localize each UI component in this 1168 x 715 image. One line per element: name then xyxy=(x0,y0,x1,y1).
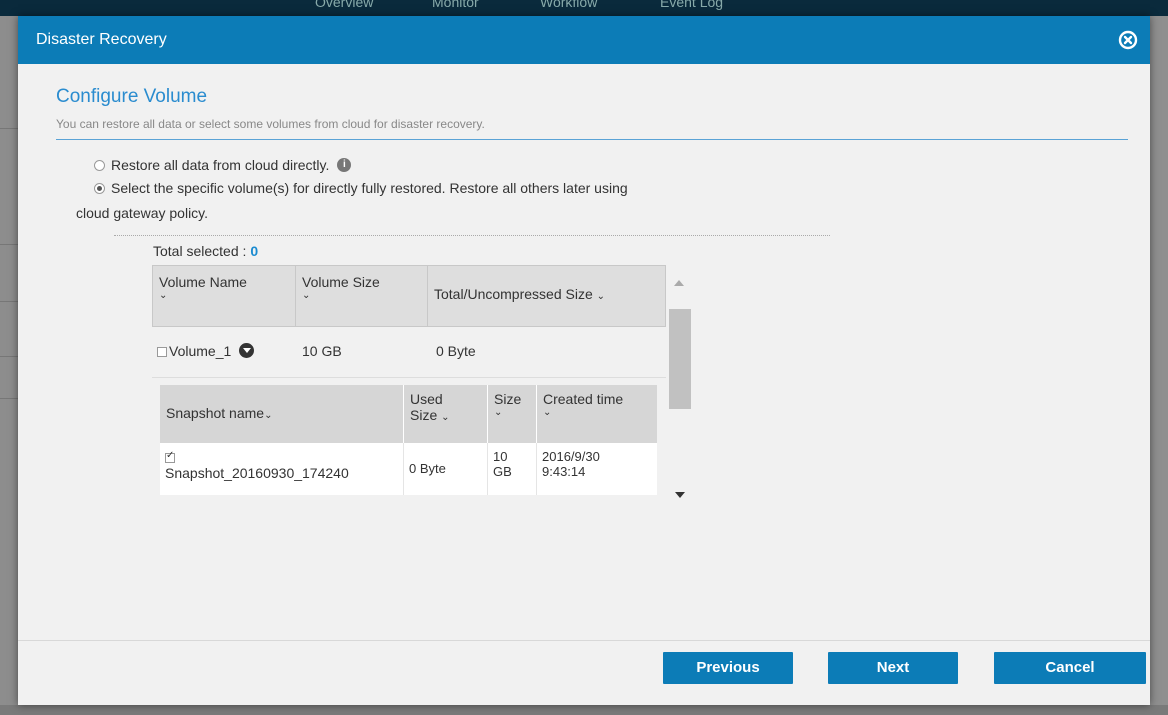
snapshot-name-cell: Snapshot_20160930_174240 xyxy=(160,443,404,495)
previous-button[interactable]: Previous xyxy=(663,652,793,684)
volume-size: 10 GB xyxy=(302,343,342,359)
chevron-down-icon[interactable]: ⌄ xyxy=(159,290,289,301)
volume-total-size: 0 Byte xyxy=(436,343,476,359)
snapshot-created-cell: 2016/9/30 9:43:14 xyxy=(537,443,657,495)
snapshot-created-time: 9:43:14 xyxy=(542,464,586,479)
chevron-down-icon[interactable]: ⌄ xyxy=(597,291,605,302)
total-selected: Total selected :0 xyxy=(153,243,258,259)
chevron-down-icon[interactable]: ⌄ xyxy=(441,412,449,423)
option-select-specific[interactable]: Select the specific volume(s) for direct… xyxy=(94,180,628,196)
column-used-size[interactable]: Used Size ⌄ xyxy=(404,385,488,443)
cancel-button[interactable]: Cancel xyxy=(994,652,1146,684)
bg-divider xyxy=(0,398,18,399)
column-created-time-label: Created time xyxy=(543,391,624,407)
bg-divider xyxy=(0,356,18,357)
vertical-scrollbar[interactable] xyxy=(668,280,691,500)
scroll-thumb[interactable] xyxy=(669,309,691,409)
background-right-panel xyxy=(1150,16,1168,715)
option-restore-all[interactable]: Restore all data from cloud directly. i xyxy=(94,157,352,173)
column-snapshot-name[interactable]: Snapshot name⌄ xyxy=(160,385,404,443)
column-snapshot-name-label: Snapshot name xyxy=(166,405,265,421)
bg-tab-monitor: Monitor xyxy=(432,0,479,10)
expand-dropdown-icon[interactable] xyxy=(239,343,255,358)
column-total-size-label: Total/Uncompressed Size xyxy=(434,286,593,302)
disaster-recovery-dialog: Disaster Recovery Configure Volume You c… xyxy=(18,16,1150,705)
chevron-down-icon[interactable]: ⌄ xyxy=(302,290,421,301)
snapshot-table-header: Snapshot name⌄ Used Size ⌄ Size ⌄ Create… xyxy=(160,385,657,443)
next-button[interactable]: Next xyxy=(828,652,958,684)
snapshot-checkbox[interactable] xyxy=(165,450,175,463)
bg-divider xyxy=(0,244,18,245)
info-icon[interactable]: i xyxy=(337,158,352,172)
column-used-size-label-2: Size xyxy=(410,407,438,423)
scroll-up-arrow-icon[interactable] xyxy=(674,280,684,286)
table-row: Snapshot_20160930_174240 0 Byte 10 GB 20… xyxy=(160,443,657,495)
restore-all-label: Restore all data from cloud directly. xyxy=(111,157,330,173)
column-volume-size-label: Volume Size xyxy=(302,274,380,290)
snapshot-name: Snapshot_20160930_174240 xyxy=(165,465,349,481)
background-bottom xyxy=(0,705,1168,715)
bg-divider xyxy=(0,128,18,129)
volume-table: Volume Name ⌄ Volume Size ⌄ Total/Uncomp… xyxy=(152,265,666,495)
total-selected-label: Total selected : xyxy=(153,243,247,259)
column-volume-size[interactable]: Volume Size ⌄ xyxy=(296,266,428,326)
chevron-down-icon[interactable]: ⌄ xyxy=(543,407,651,418)
dialog-title: Disaster Recovery xyxy=(36,31,167,48)
snapshot-used-size: 0 Byte xyxy=(404,443,488,495)
dialog-titlebar: Disaster Recovery xyxy=(18,16,1150,64)
bg-tab-overview: Overview xyxy=(315,0,374,10)
section-description: You can restore all data or select some … xyxy=(56,117,485,131)
dotted-divider xyxy=(114,235,830,236)
snapshot-created-date: 2016/9/30 xyxy=(542,449,600,464)
bg-divider xyxy=(0,301,18,302)
bg-tab-workflow: Workflow xyxy=(540,0,598,10)
column-total-size[interactable]: Total/Uncompressed Size ⌄ xyxy=(428,266,666,326)
scroll-down-arrow-icon[interactable] xyxy=(675,492,685,498)
bg-tab-event-log: Event Log xyxy=(660,0,724,10)
snapshot-size-cell: 10 GB xyxy=(488,443,537,495)
select-specific-label: Select the specific volume(s) for direct… xyxy=(111,180,628,196)
row-separator xyxy=(152,377,666,378)
footer-divider xyxy=(18,640,1150,641)
snapshot-size-unit: GB xyxy=(493,464,512,479)
column-size[interactable]: Size ⌄ xyxy=(488,385,537,443)
volume-table-header: Volume Name ⌄ Volume Size ⌄ Total/Uncomp… xyxy=(152,265,666,327)
chevron-down-icon[interactable]: ⌄ xyxy=(264,410,272,421)
select-specific-label-continuation: cloud gateway policy. xyxy=(76,205,209,221)
restore-all-radio[interactable] xyxy=(94,159,105,171)
section-title: Configure Volume xyxy=(56,86,208,107)
close-icon[interactable] xyxy=(1118,30,1138,50)
volume-checkbox[interactable] xyxy=(157,347,167,357)
column-used-size-label-1: Used xyxy=(410,391,443,407)
background-top-bar: Overview Monitor Workflow Event Log xyxy=(0,0,1168,16)
total-selected-count: 0 xyxy=(250,243,259,259)
volume-name-cell: Volume_1 xyxy=(157,343,255,359)
snapshot-size-value: 10 xyxy=(493,449,508,464)
column-created-time[interactable]: Created time ⌄ xyxy=(537,385,657,443)
column-size-label: Size xyxy=(494,391,522,407)
column-volume-name[interactable]: Volume Name ⌄ xyxy=(153,266,296,326)
select-specific-radio[interactable] xyxy=(94,182,105,194)
column-volume-name-label: Volume Name xyxy=(159,274,247,290)
background-left-panel xyxy=(0,16,18,715)
volume-name: Volume_1 xyxy=(169,343,232,359)
chevron-down-icon[interactable]: ⌄ xyxy=(494,407,530,418)
section-divider xyxy=(56,139,1128,140)
table-row: Volume_1 10 GB 0 Byte xyxy=(152,327,666,377)
